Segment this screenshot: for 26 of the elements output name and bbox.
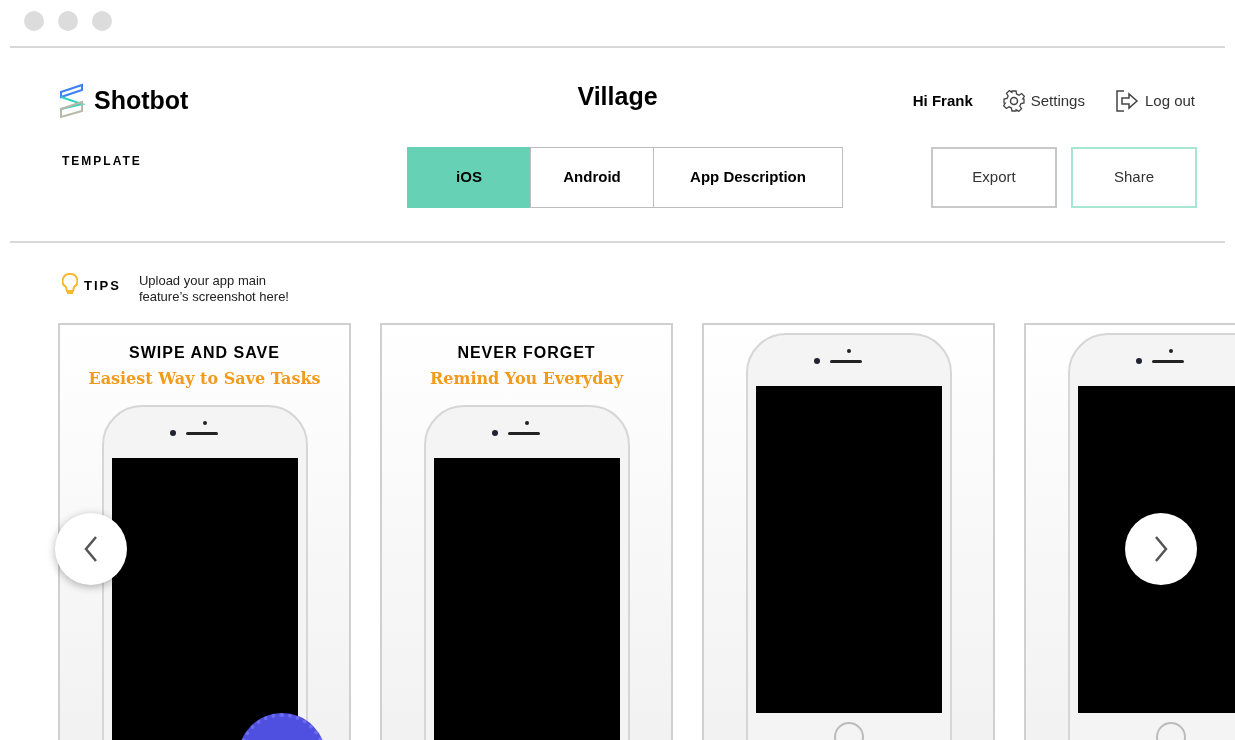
screenshot-card[interactable]: [702, 323, 995, 740]
action-button[interactable]: Export: [931, 147, 1057, 208]
platform-tab[interactable]: iOS: [407, 147, 531, 208]
lightbulb-icon: [62, 273, 78, 295]
action-button[interactable]: Share: [1071, 147, 1197, 208]
logo-icon: [58, 82, 86, 119]
app-name: Shotbot: [94, 85, 189, 116]
user-greeting: Hi Frank: [912, 91, 973, 111]
chevron-right-icon: [1154, 535, 1168, 563]
platform-tab[interactable]: Android: [530, 147, 654, 208]
settings-link[interactable]: Settings: [1002, 90, 1085, 113]
logout-icon: [1114, 90, 1139, 113]
tips-label: TIPS: [84, 277, 121, 295]
platform-tab[interactable]: App Description: [653, 147, 843, 208]
card-subtitle: Easiest Way to Save Tasks: [88, 368, 321, 390]
screenshot-card[interactable]: SWIPE AND SAVE Easiest Way to Save Tasks: [58, 323, 351, 740]
card-subtitle: Remind You Everyday: [430, 368, 623, 390]
card-headline: SWIPE AND SAVE: [129, 343, 280, 363]
project-title: Village: [577, 81, 658, 112]
settings-icon: [1002, 90, 1025, 113]
screenshot-card[interactable]: NEVER FORGET Remind You Everyday: [380, 323, 673, 740]
logout-link[interactable]: Log out: [1114, 90, 1195, 113]
tips-text: Upload your app main feature’s screenshot here!: [138, 273, 290, 305]
chevron-left-icon: [84, 535, 98, 563]
section-label: TEMPLATE: [62, 153, 142, 170]
card-headline: NEVER FORGET: [457, 343, 596, 363]
